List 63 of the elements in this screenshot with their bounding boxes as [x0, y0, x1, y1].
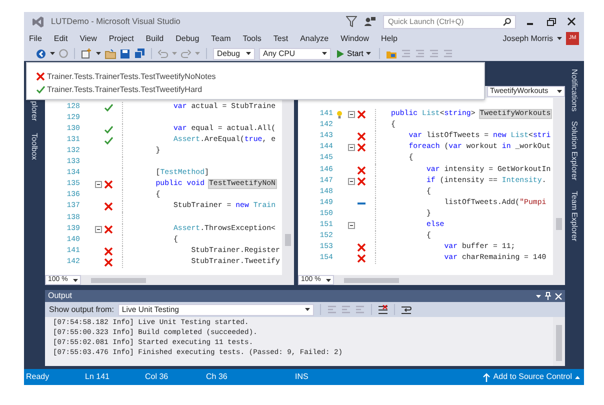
panel-title: Output — [48, 291, 72, 301]
open-folder-icon[interactable] — [105, 48, 116, 58]
save-icon[interactable] — [120, 48, 130, 58]
source-control-button[interactable]: Add to Source Control — [481, 372, 582, 382]
visual-studio-logo-icon — [32, 16, 44, 28]
menu-item[interactable]: Team — [211, 34, 231, 44]
play-icon — [337, 50, 344, 58]
collapse-icon[interactable] — [94, 226, 102, 233]
caret-icon[interactable] — [50, 52, 55, 55]
new-project-icon[interactable] — [81, 48, 92, 59]
collapse-icon[interactable] — [94, 181, 102, 188]
clear-all-icon[interactable] — [378, 304, 388, 314]
menu-item[interactable]: Build — [146, 34, 164, 44]
menu-item[interactable]: Help — [381, 34, 398, 44]
status-text: INS — [295, 372, 308, 382]
caret-icon — [575, 376, 580, 378]
caret-icon[interactable] — [96, 52, 101, 55]
caret-icon[interactable] — [536, 294, 541, 298]
status-text: Col 36 — [145, 372, 170, 382]
caret-icon — [322, 52, 327, 55]
collapse-icon[interactable] — [348, 111, 354, 118]
word-wrap-icon[interactable] — [400, 304, 412, 314]
status-text: Ch 36 — [206, 372, 228, 382]
collapse-icon[interactable] — [348, 222, 354, 229]
menu-item[interactable]: Tools — [242, 34, 262, 44]
search-icon — [503, 18, 511, 26]
caret-icon — [304, 308, 310, 311]
status-text: Ready — [26, 372, 50, 382]
collapse-icon[interactable] — [348, 178, 354, 185]
caret-icon — [366, 52, 372, 55]
status-text: Ln 141 — [85, 372, 110, 382]
caret-icon[interactable] — [557, 37, 562, 40]
back-icon[interactable] — [36, 48, 46, 58]
save-all-icon[interactable] — [134, 48, 145, 59]
folder-icon[interactable] — [386, 48, 398, 58]
menu-item[interactable]: Edit — [54, 34, 68, 44]
caret-icon — [557, 90, 562, 93]
menu-item[interactable]: Window — [340, 34, 370, 44]
caret-icon — [326, 278, 331, 282]
window-title: LUTDemo - Microsoft Visual Studio — [51, 16, 180, 26]
menu-item[interactable]: View — [80, 34, 97, 44]
funnel-icon[interactable] — [346, 16, 357, 27]
collapse-icon[interactable] — [348, 144, 354, 152]
scrollbar[interactable] — [553, 317, 565, 366]
test-name[interactable]: Trainer.Tests.TrainerTests.TestTweetifyHard — [47, 84, 202, 94]
menu-item[interactable]: Test — [273, 34, 288, 44]
up-arrow-icon — [483, 372, 490, 382]
close-icon[interactable] — [555, 292, 562, 300]
caret-icon — [246, 52, 251, 55]
menu-item[interactable]: Analyze — [300, 34, 329, 44]
menu-item[interactable]: File — [29, 34, 42, 44]
field-label: Show output from: — [49, 304, 114, 314]
test-name[interactable]: Trainer.Tests.TrainerTests.TestTweetifyNoNotes — [47, 72, 216, 82]
scrollbar[interactable] — [282, 98, 294, 275]
lightbulb-icon[interactable] — [337, 110, 342, 119]
scrollbar[interactable] — [553, 98, 565, 275]
pin-icon[interactable] — [545, 292, 551, 300]
feedback-icon[interactable] — [364, 16, 376, 27]
caret-icon — [73, 278, 78, 282]
menu-item[interactable]: Project — [108, 34, 134, 44]
menu-item[interactable]: Debug — [176, 34, 200, 44]
restore-icon[interactable] — [544, 16, 558, 26]
account-name[interactable]: Joseph Morris — [502, 34, 553, 44]
